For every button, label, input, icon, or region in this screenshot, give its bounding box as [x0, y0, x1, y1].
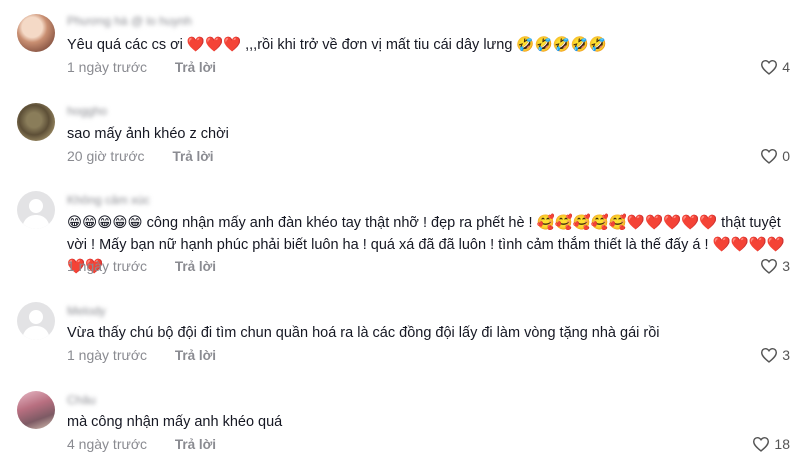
comment-username[interactable]: Châu — [67, 393, 96, 407]
comment-meta: 20 giờ trước Trả lời — [67, 148, 214, 164]
like-button[interactable]: 18 — [752, 436, 790, 452]
reply-button[interactable]: Trả lời — [175, 60, 216, 75]
comment-text: Yêu quá các cs ơi ❤️❤️❤️ ,,,rồi khi trở … — [67, 37, 607, 53]
comment-username[interactable]: hoggho — [67, 104, 107, 118]
avatar[interactable] — [17, 14, 55, 52]
comment-meta: 1 ngày trước Trả lời — [67, 258, 216, 274]
avatar[interactable] — [17, 191, 55, 229]
avatar[interactable] — [17, 103, 55, 141]
comment-text: mà công nhận mấy anh khéo quá — [67, 414, 283, 430]
comment-meta: 1 ngày trước Trả lời — [67, 347, 216, 363]
comment-username[interactable]: Phương hà @ lo huynh — [67, 14, 192, 28]
comment-time: 4 ngày trước — [67, 436, 148, 452]
comment-text: Vừa thấy chú bộ đội đi tìm chun quần hoá… — [67, 325, 660, 341]
reply-button[interactable]: Trả lời — [175, 259, 216, 274]
comment-username[interactable]: Melody — [67, 304, 106, 318]
reply-button[interactable]: Trả lời — [172, 149, 213, 164]
comment-text: sao mấy ảnh khéo z chời — [67, 126, 229, 142]
comment-meta: 1 ngày trước Trả lời — [67, 59, 216, 75]
comment-time: 1 ngày trước — [67, 347, 148, 363]
person-silhouette-icon — [22, 199, 50, 229]
avatar[interactable] — [17, 391, 55, 429]
like-count: 3 — [782, 347, 790, 363]
like-button[interactable]: 4 — [760, 59, 790, 75]
like-button[interactable]: 3 — [760, 258, 790, 274]
reply-button[interactable]: Trả lời — [175, 437, 216, 452]
comment-time: 20 giờ trước — [67, 148, 145, 164]
heart-outline-icon — [761, 148, 778, 164]
comment-time: 1 ngày trước — [67, 258, 148, 274]
avatar[interactable] — [17, 302, 55, 340]
like-count: 3 — [782, 258, 790, 274]
like-count: 0 — [782, 148, 790, 164]
like-count: 4 — [782, 59, 790, 75]
comment-time: 1 ngày trước — [67, 59, 148, 75]
person-silhouette-icon — [22, 310, 50, 340]
heart-outline-icon — [761, 347, 778, 363]
like-button[interactable]: 0 — [760, 148, 790, 164]
comment-meta: 4 ngày trước Trả lời — [67, 436, 216, 452]
reply-button[interactable]: Trả lời — [175, 348, 216, 363]
like-button[interactable]: 3 — [760, 347, 790, 363]
like-count: 18 — [774, 436, 790, 452]
heart-outline-icon — [761, 59, 778, 75]
heart-outline-icon — [753, 436, 770, 452]
heart-outline-icon — [761, 258, 778, 274]
comment-username[interactable]: Không cảm xúc — [67, 193, 150, 207]
